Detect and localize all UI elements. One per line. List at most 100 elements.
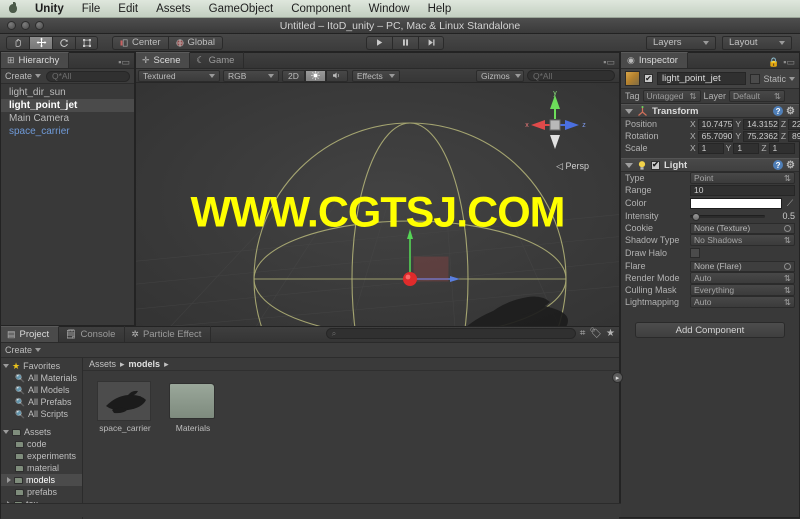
light-lightmapping-dropdown[interactable]: Auto ⇅ bbox=[690, 296, 795, 308]
hierarchy-item-main-camera[interactable]: Main Camera bbox=[1, 112, 134, 125]
toggle-2d-button[interactable]: 2D bbox=[282, 69, 305, 82]
object-name-input[interactable]: light_point_jet bbox=[657, 72, 747, 85]
scene-orientation-gizmo[interactable]: y x z bbox=[519, 89, 591, 161]
lock-icon[interactable]: 🔒 bbox=[768, 57, 779, 68]
filter-type-icon[interactable]: ⌗ bbox=[580, 328, 586, 339]
chevron-down-icon[interactable] bbox=[3, 364, 9, 368]
light-enabled-checkbox[interactable]: ✔ bbox=[651, 160, 660, 170]
menu-item-help[interactable]: Help bbox=[419, 0, 461, 18]
static-toggle[interactable]: Static bbox=[750, 73, 795, 84]
lighting-toggle-icon[interactable] bbox=[304, 69, 326, 82]
light-cookie-field[interactable]: None (Texture) bbox=[690, 222, 795, 234]
apple-logo-icon[interactable] bbox=[6, 1, 20, 16]
gear-icon[interactable]: ⚙ bbox=[786, 160, 795, 171]
chevron-down-icon[interactable] bbox=[3, 430, 9, 434]
breadcrumb-models[interactable]: models bbox=[129, 359, 161, 369]
draw-mode-dropdown[interactable]: Textured bbox=[138, 69, 220, 82]
tree-all-models[interactable]: 🔍 All Models bbox=[1, 384, 82, 396]
gear-icon[interactable]: ⚙ bbox=[786, 106, 795, 117]
tree-folder-code[interactable]: code bbox=[1, 438, 82, 450]
tree-all-scripts[interactable]: 🔍 All Scripts bbox=[1, 408, 82, 420]
layer-dropdown[interactable]: Default ⇅ bbox=[729, 90, 786, 102]
asset-item-materials[interactable]: Materials bbox=[165, 381, 221, 433]
scale-z-input[interactable]: 1 bbox=[768, 142, 796, 154]
breadcrumb-assets[interactable]: Assets bbox=[89, 359, 116, 369]
transform-component-header[interactable]: Transform ? ⚙ bbox=[621, 104, 799, 118]
hierarchy-item-space-carrier[interactable]: space_carrier bbox=[1, 125, 134, 138]
tree-favorites[interactable]: ★ Favorites bbox=[1, 360, 82, 372]
position-x-input[interactable]: 10.7475 bbox=[697, 118, 734, 130]
filter-label-icon[interactable]: 🏷 bbox=[589, 328, 602, 339]
hierarchy-create-button[interactable]: Create bbox=[5, 71, 42, 81]
asset-item-space-carrier[interactable]: ▸ space_carrier bbox=[97, 372, 623, 433]
move-tool-icon[interactable] bbox=[29, 35, 52, 50]
menu-item-edit[interactable]: Edit bbox=[109, 0, 147, 18]
play-button[interactable] bbox=[366, 35, 392, 50]
tab-game[interactable]: ☾ Game bbox=[190, 52, 245, 68]
layers-dropdown[interactable]: Layers bbox=[646, 35, 716, 50]
chevron-right-icon[interactable] bbox=[7, 477, 11, 483]
step-button[interactable] bbox=[418, 35, 444, 50]
color-mode-dropdown[interactable]: RGB bbox=[223, 69, 279, 82]
menu-item-component[interactable]: Component bbox=[282, 0, 359, 18]
menu-item-gameobject[interactable]: GameObject bbox=[200, 0, 283, 18]
add-component-button[interactable]: Add Component bbox=[635, 322, 785, 338]
tab-console[interactable]: 🗒 Console bbox=[59, 326, 126, 342]
filter-favorite-icon[interactable]: ★ bbox=[606, 328, 615, 339]
hand-tool-icon[interactable] bbox=[6, 35, 29, 50]
pause-button[interactable] bbox=[392, 35, 418, 50]
light-flare-field[interactable]: None (Flare) bbox=[690, 260, 795, 272]
asset-folder-thumbnail[interactable] bbox=[165, 381, 219, 421]
tree-all-prefabs[interactable]: 🔍 All Prefabs bbox=[1, 396, 82, 408]
asset-thumbnail[interactable] bbox=[97, 381, 151, 421]
rotate-tool-icon[interactable] bbox=[52, 35, 75, 50]
light-component-header[interactable]: ✔ Light ? ⚙ bbox=[621, 158, 799, 172]
menu-item-assets[interactable]: Assets bbox=[147, 0, 200, 18]
tab-inspector[interactable]: ◉ Inspector bbox=[621, 52, 688, 68]
tab-particle-effect[interactable]: ✲ Particle Effect bbox=[125, 326, 212, 342]
light-color-swatch[interactable] bbox=[690, 197, 782, 209]
pivot-mode-button[interactable]: Center bbox=[112, 35, 168, 50]
scale-tool-icon[interactable] bbox=[75, 35, 98, 50]
light-type-dropdown[interactable]: Point ⇅ bbox=[690, 172, 795, 184]
project-search-input[interactable]: ⌕ bbox=[325, 328, 576, 339]
hierarchy-search-input[interactable]: Q*All bbox=[46, 70, 130, 82]
gizmos-dropdown[interactable]: Gizmos bbox=[476, 69, 524, 82]
panel-menu-icon[interactable]: ▪▭ bbox=[783, 57, 795, 68]
menu-item-unity[interactable]: Unity bbox=[26, 0, 73, 18]
rotation-z-input[interactable]: 89.0959 bbox=[788, 130, 800, 142]
panel-menu-icon[interactable]: ▪▭ bbox=[603, 57, 615, 68]
tree-folder-models[interactable]: models bbox=[1, 474, 82, 486]
position-y-input[interactable]: 14.3152 bbox=[743, 118, 779, 130]
help-icon[interactable]: ? bbox=[773, 106, 784, 116]
menu-item-file[interactable]: File bbox=[73, 0, 110, 18]
tree-assets-root[interactable]: Assets bbox=[1, 426, 82, 438]
slider-knob[interactable] bbox=[691, 212, 700, 221]
object-picker-icon[interactable] bbox=[784, 262, 791, 270]
menu-item-window[interactable]: Window bbox=[360, 0, 419, 18]
audio-toggle-icon[interactable] bbox=[325, 69, 348, 82]
scene-search-input[interactable]: Q*All bbox=[527, 70, 615, 81]
scale-y-input[interactable]: 1 bbox=[733, 142, 760, 154]
hierarchy-item-light-dir-sun[interactable]: light_dir_sun bbox=[1, 86, 134, 99]
tree-folder-material[interactable]: material bbox=[1, 462, 82, 474]
tree-folder-experiments[interactable]: experiments bbox=[1, 450, 82, 462]
rotation-x-input[interactable]: 65.7090 bbox=[697, 130, 734, 142]
project-create-button[interactable]: Create bbox=[5, 345, 42, 355]
scene-viewport[interactable]: WWW.CGTSJ.COM y x z ◁ Persp bbox=[136, 83, 619, 342]
light-intensity-slider[interactable]: 0.5 bbox=[690, 211, 795, 221]
light-halo-checkbox[interactable] bbox=[690, 248, 700, 258]
slider-track[interactable] bbox=[690, 212, 765, 221]
effects-dropdown[interactable]: Effects bbox=[351, 69, 400, 82]
tab-hierarchy[interactable]: ⊞ Hierarchy bbox=[1, 52, 70, 68]
rotation-y-input[interactable]: 75.2362 bbox=[743, 130, 779, 142]
light-render-dropdown[interactable]: Auto ⇅ bbox=[690, 272, 795, 284]
light-culling-dropdown[interactable]: Everything ⇅ bbox=[690, 284, 795, 296]
object-enabled-checkbox[interactable]: ✔ bbox=[644, 74, 653, 83]
chevron-down-icon[interactable] bbox=[789, 76, 795, 81]
asset-expand-icon[interactable]: ▸ bbox=[612, 372, 623, 383]
tab-scene[interactable]: ✛ Scene bbox=[136, 52, 191, 68]
projection-mode-label[interactable]: ◁ Persp bbox=[556, 161, 589, 172]
hierarchy-item-light-point-jet[interactable]: light_point_jet bbox=[1, 99, 134, 112]
tab-project[interactable]: ▤ Project bbox=[1, 326, 60, 342]
